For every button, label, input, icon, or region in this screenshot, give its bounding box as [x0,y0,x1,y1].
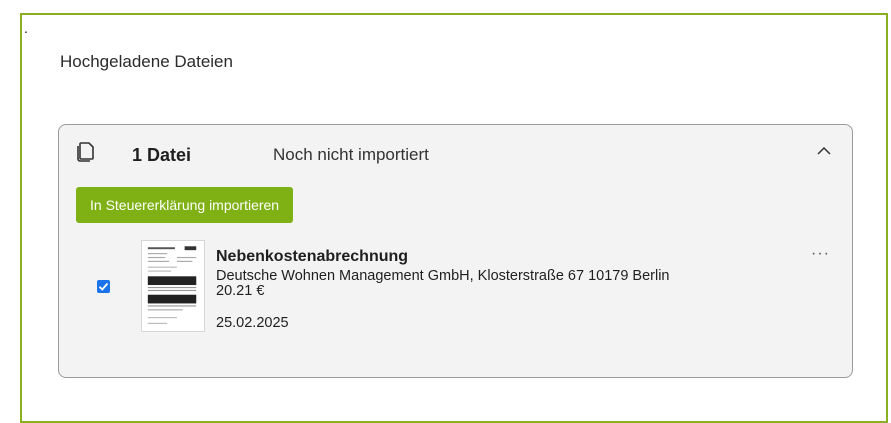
import-status: Noch nicht importiert [273,145,429,164]
document-checkbox[interactable] [97,280,110,293]
uploaded-files-card: 1 Datei Noch nicht importiert In Steuere… [58,124,853,378]
import-to-tax-return-button[interactable]: In Steuererklärung importieren [76,187,294,223]
stray-dot: . [24,20,28,36]
document-date: 25.02.2025 [216,315,289,331]
files-icon [77,142,94,162]
document-amount: 20.21 € [216,283,265,299]
chevron-up-icon[interactable] [815,142,833,160]
section-title: Hochgeladene Dateien [60,52,233,71]
document-address: Deutsche Wohnen Management GmbH, Kloster… [216,268,670,284]
document-title[interactable]: Nebenkostenabrechnung [216,248,408,266]
checkmark-icon [98,282,109,291]
document-details: Deutsche Wohnen Management GmbH, Kloster… [216,269,670,299]
document-thumbnail[interactable] [141,240,205,332]
file-count: 1 Datei [132,145,192,165]
more-horizontal-icon[interactable]: ··· [811,245,830,263]
content-frame: . Hochgeladene Dateien 1 Datei Noch nich… [20,13,888,423]
